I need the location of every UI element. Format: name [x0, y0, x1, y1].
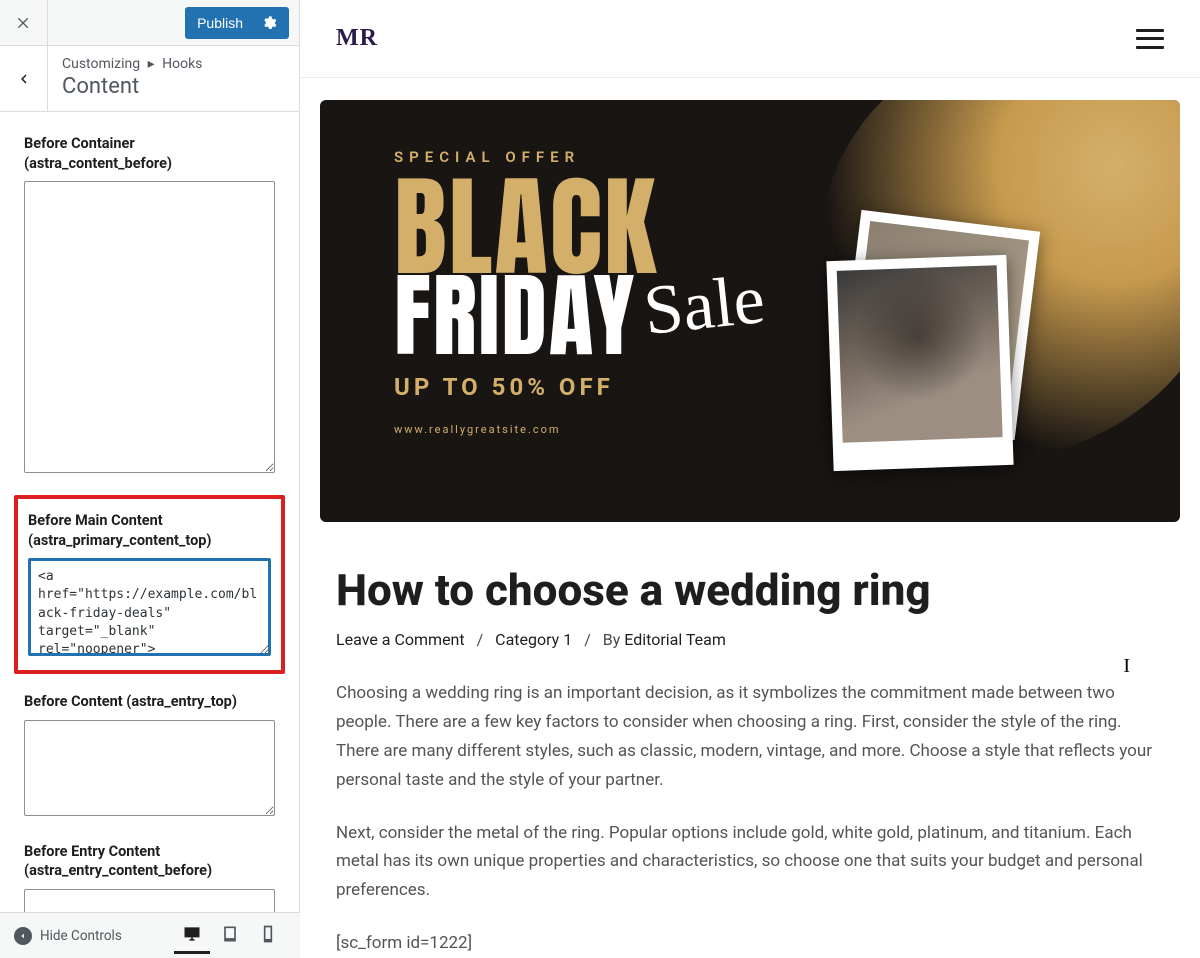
article-meta: Leave a Comment / Category 1 / By Editor… [336, 630, 1164, 649]
publish-button[interactable]: Publish [185, 7, 289, 39]
mobile-icon [258, 924, 278, 944]
field-before-container: Before Container (astra_content_before) [24, 134, 275, 477]
tablet-icon [220, 924, 240, 944]
author-link[interactable]: Editorial Team [624, 630, 726, 649]
chevron-right-icon: ▸ [148, 56, 155, 72]
field-label: Before Main Content (astra_primary_conte… [28, 511, 271, 550]
device-preview-bar: Hide Controls [0, 912, 300, 958]
banner-photos [830, 230, 1060, 510]
article-paragraph: Next, consider the metal of the ring. Po… [336, 819, 1164, 906]
site-preview[interactable]: MR SPECIAL OFFER BLACK FRIDAY Sale UP TO… [300, 0, 1200, 958]
sidebar-top-bar: Publish [0, 0, 299, 46]
article-title: How to choose a wedding ring [336, 564, 1164, 616]
customizer-sidebar: Publish Customizing ▸ Hooks Content [0, 0, 300, 958]
site-logo[interactable]: MR [336, 25, 378, 52]
field-before-content: Before Content (astra_entry_top) [24, 692, 275, 820]
banner-sale: Sale [640, 260, 768, 352]
chevron-left-icon [15, 70, 33, 88]
category-link[interactable]: Category 1 [495, 630, 572, 649]
leave-comment-link[interactable]: Leave a Comment [336, 630, 465, 649]
article-paragraph: Choosing a wedding ring is an important … [336, 679, 1164, 795]
breadcrumb-root[interactable]: Customizing [62, 56, 140, 72]
article-content: How to choose a wedding ring Leave a Com… [300, 522, 1200, 958]
highlighted-field: Before Main Content (astra_primary_conte… [14, 495, 285, 674]
panel-title: Content [62, 74, 202, 99]
hide-controls-label: Hide Controls [40, 928, 122, 944]
menu-toggle-button[interactable] [1136, 29, 1164, 49]
banner-site-url: www.reallygreatsite.com [394, 423, 658, 436]
gear-icon [261, 15, 277, 31]
desktop-icon [182, 924, 202, 944]
banner-friday: FRIDAY [394, 277, 658, 355]
device-desktop-button[interactable] [174, 918, 210, 954]
field-label: Before Content (astra_entry_top) [24, 692, 275, 712]
promo-banner[interactable]: SPECIAL OFFER BLACK FRIDAY Sale UP TO 50… [320, 100, 1180, 522]
device-mobile-button[interactable] [250, 918, 286, 954]
breadcrumb-row: Customizing ▸ Hooks Content [0, 46, 299, 112]
collapse-icon [14, 927, 32, 945]
before-content-textarea[interactable] [24, 720, 275, 816]
field-before-main-content: Before Main Content (astra_primary_conte… [28, 511, 271, 660]
device-tablet-button[interactable] [212, 918, 248, 954]
before-main-content-textarea[interactable] [28, 558, 271, 656]
close-icon [16, 15, 32, 31]
before-container-textarea[interactable] [24, 181, 275, 473]
shortcode-text: [sc_form id=1222] [336, 929, 1164, 958]
breadcrumb-parent[interactable]: Hooks [162, 56, 202, 72]
close-customizer-button[interactable] [0, 0, 48, 46]
controls-body[interactable]: Before Container (astra_content_before) … [0, 112, 299, 958]
back-button[interactable] [0, 46, 48, 111]
field-label: Before Entry Content (astra_entry_conten… [24, 842, 275, 881]
publish-label: Publish [197, 15, 243, 31]
publish-settings-gear[interactable] [261, 15, 277, 31]
breadcrumb: Customizing ▸ Hooks [62, 56, 202, 72]
site-header: MR [300, 0, 1200, 78]
by-label: By [603, 630, 621, 649]
field-label: Before Container (astra_content_before) [24, 134, 275, 173]
hamburger-icon [1136, 29, 1164, 32]
hide-controls-button[interactable]: Hide Controls [8, 923, 128, 949]
polaroid-photo [826, 255, 1013, 471]
